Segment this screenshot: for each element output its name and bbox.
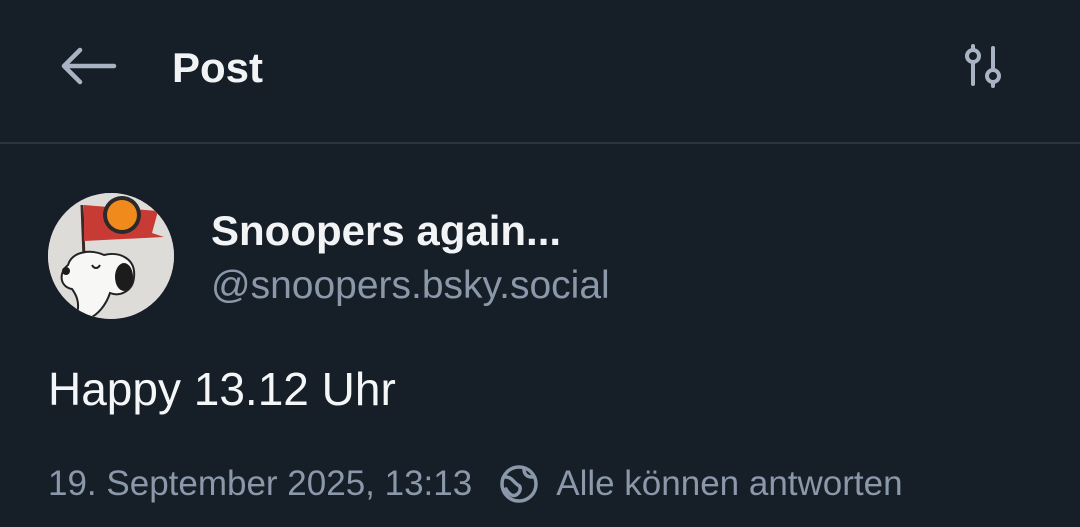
arrow-left-icon [58,46,118,91]
globe-icon [498,463,540,505]
sliders-icon [960,43,1006,94]
back-button[interactable] [48,36,128,100]
post-timestamp[interactable]: 19. September 2025, 13:13 [48,464,472,504]
avatar[interactable] [48,193,174,319]
top-bar: Post [0,0,1080,144]
author-handle[interactable]: @snoopers.bsky.social [211,261,610,311]
thread-settings-button[interactable] [950,36,1016,100]
page-title: Post [172,44,264,91]
post-author: Snoopers again... @snoopers.bsky.social [48,193,1028,321]
author-display-name[interactable]: Snoopers again... [211,205,561,257]
post-text: Happy 13.12 Uhr [48,363,396,415]
post-meta: 19. September 2025, 13:13 Alle können an… [48,458,903,510]
reply-setting[interactable]: Alle können antworten [556,464,902,504]
